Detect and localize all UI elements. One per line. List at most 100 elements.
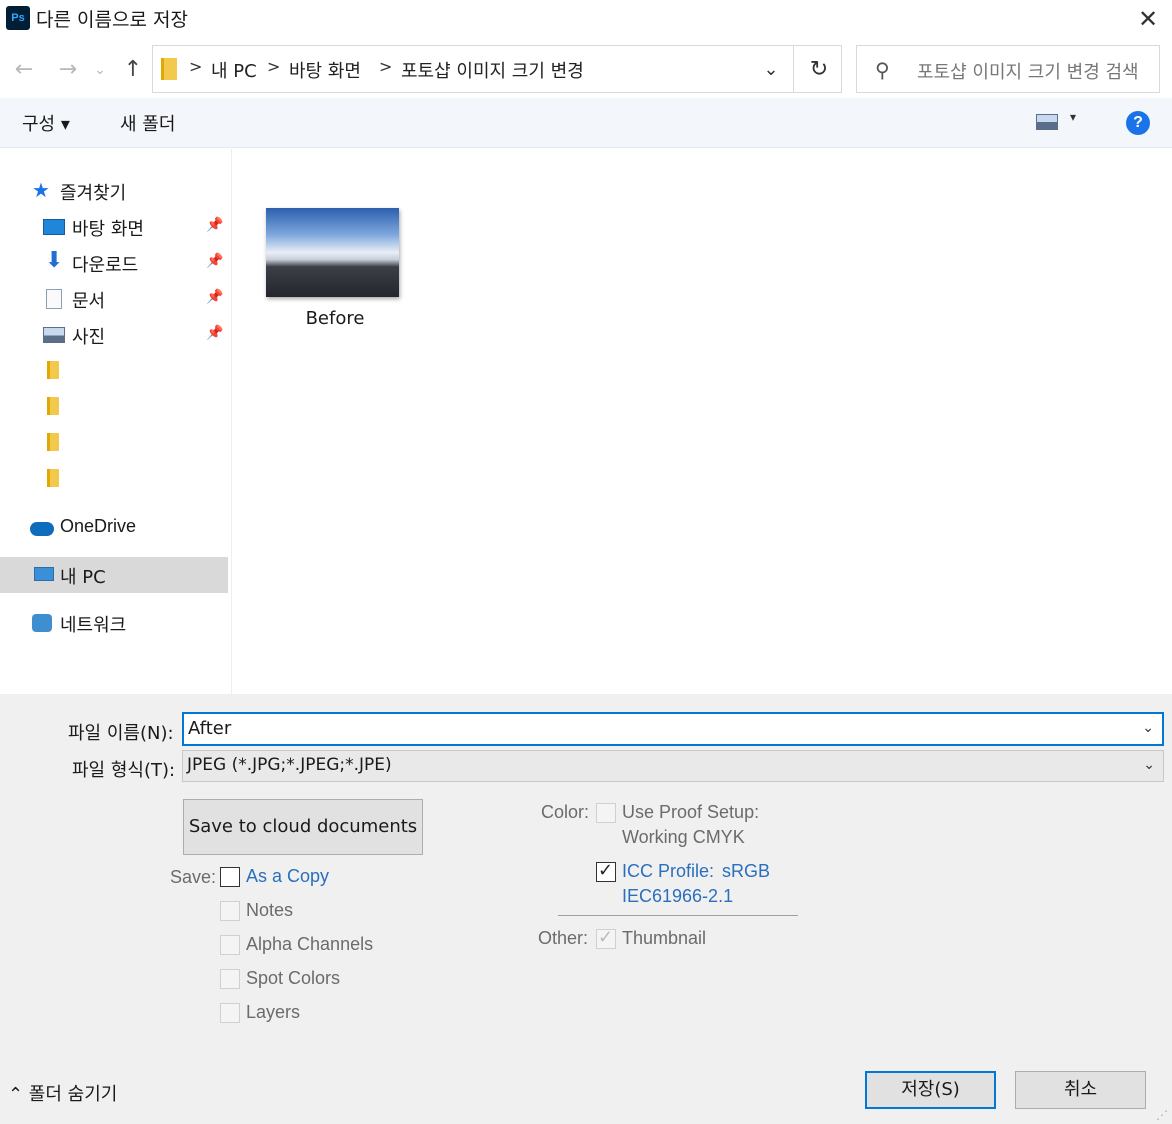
- sidebar-item-mypc[interactable]: 내 PC: [0, 557, 228, 593]
- thumbnail-checkbox: ✓: [596, 927, 616, 949]
- sidebar-item-label: 바탕 화면: [72, 219, 144, 240]
- folder-icon: [47, 361, 59, 379]
- close-icon: ✕: [1137, 5, 1159, 33]
- folder-icon: [47, 397, 59, 415]
- image-thumbnail[interactable]: [266, 208, 399, 297]
- sidebar-item-desktop[interactable]: 바탕 화면 📌: [0, 209, 228, 245]
- recent-locations-button[interactable]: ⌄: [88, 52, 112, 88]
- pin-icon: 📌: [206, 253, 224, 269]
- sidebar-item-network[interactable]: 네트워크: [0, 605, 228, 641]
- new-folder-button[interactable]: 새 폴더: [120, 110, 175, 136]
- sidebar-item-documents[interactable]: 문서 📌: [0, 281, 228, 317]
- other-options-label: Other:: [538, 928, 589, 948]
- checkmark-icon: ✓: [598, 860, 614, 881]
- breadcrumb-separator-icon: >: [379, 57, 393, 76]
- arrow-up-icon: ↑: [123, 57, 143, 82]
- document-icon: [46, 289, 62, 309]
- address-history-dropdown[interactable]: ⌄: [757, 56, 785, 84]
- icc-profile-value-detail: IEC61966-2.1: [622, 886, 734, 906]
- network-icon: [32, 614, 52, 632]
- as-a-copy-label[interactable]: As a Copy: [246, 866, 329, 887]
- forward-button[interactable]: →: [52, 52, 84, 88]
- breadcrumb-mypc[interactable]: 내 PC: [211, 57, 257, 83]
- chevron-down-icon: ⌄: [763, 59, 779, 80]
- breadcrumb-separator-icon: >: [189, 57, 203, 76]
- address-bar[interactable]: > 내 PC > 바탕 화면 > 포토샵 이미지 크기 변경 ⌄ ↻: [152, 45, 842, 93]
- chevron-down-icon[interactable]: ⌄: [1142, 720, 1154, 736]
- sidebar-item-folder[interactable]: [0, 461, 228, 497]
- color-options-label: Color:: [541, 802, 590, 822]
- icc-profile-label[interactable]: ICC Profile:: [622, 861, 714, 882]
- use-proof-setup-checkbox: [596, 803, 616, 823]
- help-icon[interactable]: ?: [1126, 111, 1150, 135]
- filename-field[interactable]: After ⌄: [182, 712, 1164, 746]
- save-button[interactable]: 저장(S): [865, 1071, 996, 1109]
- icc-profile-checkbox[interactable]: ✓: [596, 860, 616, 882]
- filetype-label: 파일 형식(T):: [72, 760, 176, 781]
- search-icon: ⚲: [875, 58, 890, 82]
- spot-colors-label: Spot Colors: [246, 968, 341, 988]
- breadcrumb-desktop[interactable]: 바탕 화면: [289, 57, 361, 83]
- search-placeholder: 포토샵 이미지 크기 변경 검색: [917, 62, 1139, 83]
- alpha-channels-label: Alpha Channels: [246, 934, 374, 954]
- command-bar: 구성 ▾ 새 폴더 ▾ ?: [0, 98, 1172, 148]
- layers-label: Layers: [246, 1002, 301, 1022]
- desktop-icon: [43, 219, 65, 235]
- star-icon: ★: [32, 178, 50, 202]
- view-options-icon[interactable]: [1036, 114, 1058, 130]
- sidebar-item-folder[interactable]: [0, 425, 228, 461]
- breadcrumb-separator-icon: >: [267, 57, 281, 76]
- notes-label: Notes: [246, 900, 294, 920]
- organize-menu-button[interactable]: 구성 ▾: [22, 110, 70, 136]
- as-a-copy-checkbox[interactable]: [220, 867, 240, 887]
- sidebar-item-downloads[interactable]: ⬇ 다운로드 📌: [0, 245, 228, 281]
- sidebar-item-label: 사진: [72, 327, 106, 348]
- title-bar: Ps 다른 이름으로 저장 ✕: [0, 0, 1172, 38]
- sidebar-item-onedrive[interactable]: OneDrive: [0, 510, 228, 546]
- sidebar-item-pictures[interactable]: 사진 📌: [0, 317, 228, 353]
- hide-folders-button[interactable]: ⌃ 폴더 숨기기: [8, 1080, 117, 1106]
- refresh-icon: ↻: [809, 57, 829, 82]
- pin-icon: 📌: [206, 325, 224, 341]
- cloud-icon: [30, 522, 54, 536]
- photoshop-app-icon: Ps: [6, 6, 30, 30]
- divider: [558, 915, 798, 916]
- up-button[interactable]: ↑: [117, 52, 149, 88]
- sidebar-item-favorites[interactable]: ★ 즐겨찾기: [0, 173, 228, 209]
- navigation-pane: ★ 즐겨찾기 바탕 화면 📌 ⬇ 다운로드 📌 문서 📌 사진 📌 OneDri…: [0, 149, 232, 694]
- sidebar-item-folder[interactable]: [0, 389, 228, 425]
- sidebar-item-label: OneDrive: [60, 516, 137, 536]
- refresh-button[interactable]: ↻: [801, 52, 837, 88]
- sidebar-item-label: 문서: [72, 291, 106, 312]
- cancel-button[interactable]: 취소: [1015, 1071, 1146, 1109]
- chevron-down-icon: ⌄: [1143, 757, 1155, 773]
- close-button[interactable]: ✕: [1124, 0, 1172, 38]
- breadcrumb-current-folder[interactable]: 포토샵 이미지 크기 변경: [401, 57, 584, 83]
- pin-icon: 📌: [206, 217, 224, 233]
- arrow-left-icon: ←: [14, 57, 34, 82]
- checkmark-icon: ✓: [598, 927, 614, 948]
- filetype-value: JPEG (*.JPG;*.JPEG;*.JPE): [187, 755, 392, 775]
- save-to-cloud-button[interactable]: Save to cloud documents: [183, 799, 423, 855]
- filename-label: 파일 이름(N):: [68, 723, 174, 744]
- download-icon: ⬇: [45, 248, 64, 273]
- sidebar-item-label: 내 PC: [60, 567, 106, 588]
- filetype-select[interactable]: JPEG (*.JPG;*.JPEG;*.JPE) ⌄: [182, 750, 1164, 782]
- divider: [793, 46, 794, 92]
- notes-checkbox: [220, 901, 240, 921]
- view-options-dropdown[interactable]: ▾: [1070, 110, 1076, 124]
- use-proof-setup-label: Use Proof Setup:: [622, 802, 760, 822]
- file-name-label[interactable]: Before: [266, 308, 404, 329]
- computer-icon: [34, 567, 54, 581]
- spot-colors-checkbox: [220, 969, 240, 989]
- sidebar-item-label: 즐겨찾기: [60, 183, 127, 204]
- resize-grip-icon[interactable]: ⋰: [1156, 1108, 1168, 1122]
- sidebar-item-folder[interactable]: [0, 353, 228, 389]
- sidebar-item-label: 다운로드: [72, 255, 139, 276]
- thumbnail-label: Thumbnail: [622, 928, 707, 948]
- folder-icon: [47, 469, 59, 487]
- back-button[interactable]: ←: [8, 52, 40, 88]
- search-input[interactable]: ⚲ 포토샵 이미지 크기 변경 검색: [856, 45, 1160, 93]
- folder-icon: [47, 433, 59, 451]
- window-title: 다른 이름으로 저장: [36, 9, 188, 31]
